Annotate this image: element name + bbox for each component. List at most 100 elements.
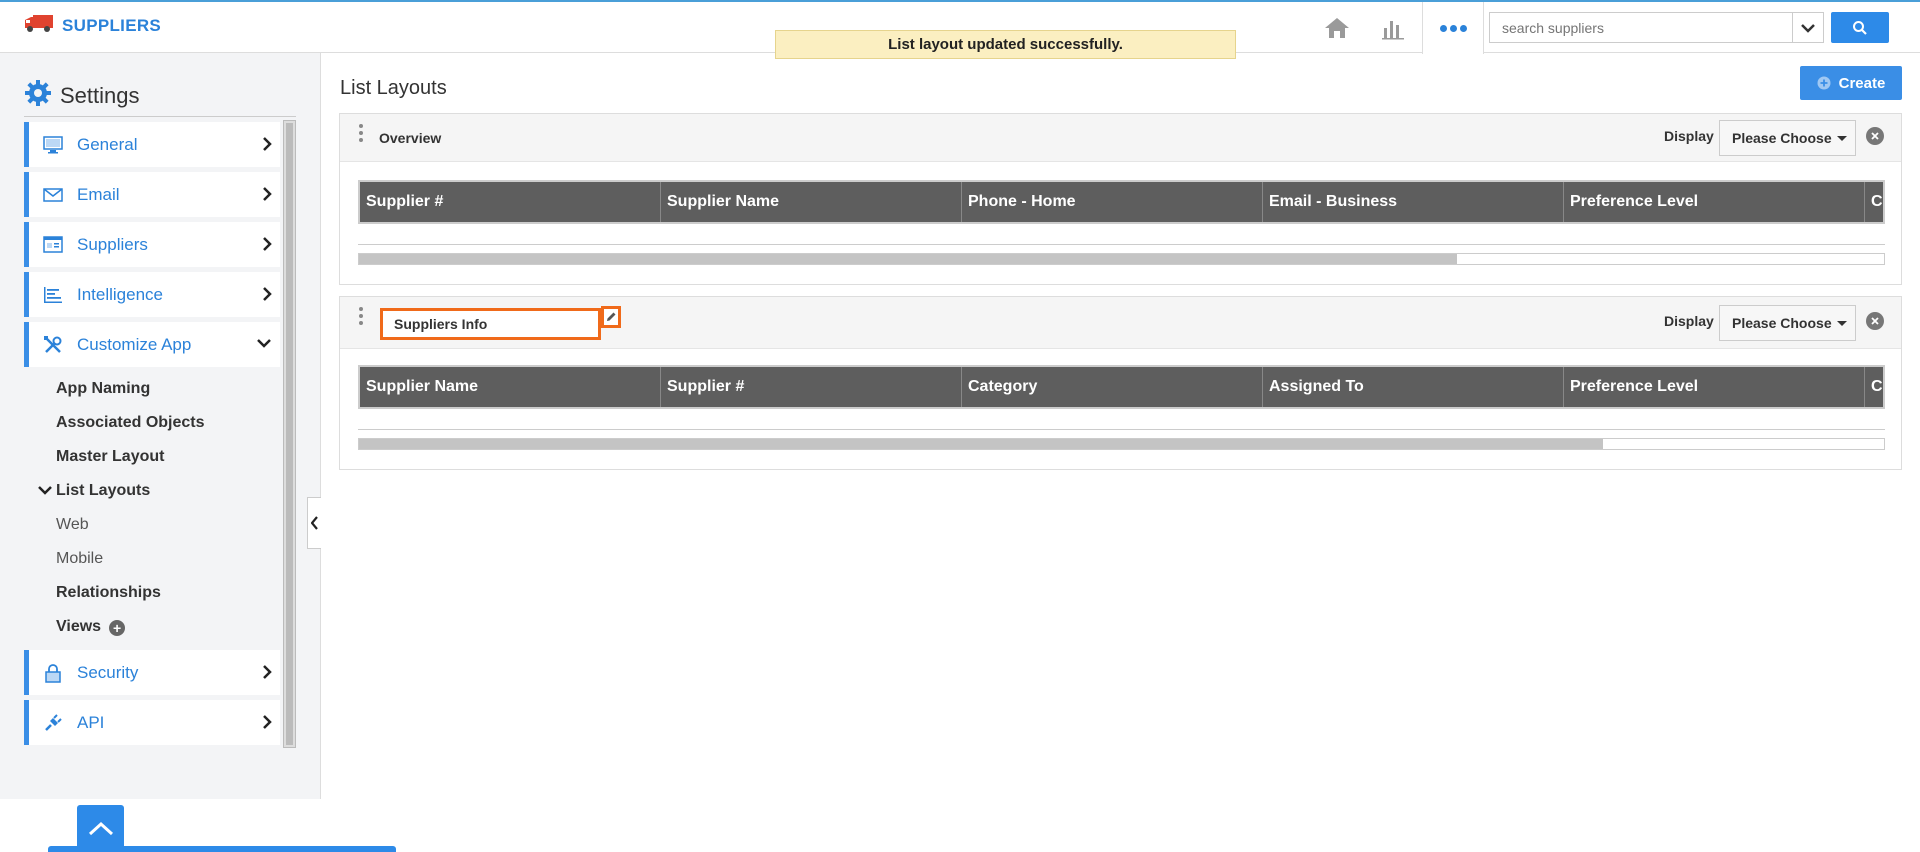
settings-menu: General Email Suppliers Intelligence Cus… bbox=[24, 122, 280, 750]
sidebar-item-label: Email bbox=[77, 184, 120, 204]
settings-header: Settings bbox=[24, 79, 140, 112]
layout-columns-table: Supplier Name Supplier # Category Assign… bbox=[358, 365, 1885, 409]
sidebar-item-suppliers[interactable]: Suppliers bbox=[24, 222, 280, 267]
column-header[interactable]: Preference Level bbox=[1564, 182, 1865, 222]
sidebar-subitem-web[interactable]: Web bbox=[56, 508, 280, 542]
sidebar-item-email[interactable]: Email bbox=[24, 172, 280, 217]
layout-name-input[interactable] bbox=[380, 308, 601, 340]
display-select-value: Please Choose bbox=[1732, 315, 1832, 331]
lock-icon bbox=[43, 663, 63, 683]
tools-icon bbox=[43, 335, 63, 355]
main-content: List Layouts Create Overview Display Ple… bbox=[322, 53, 1920, 799]
bar-chart-icon[interactable] bbox=[1375, 12, 1411, 44]
column-header[interactable]: Supplier Name bbox=[360, 367, 661, 407]
scroll-to-top-button[interactable] bbox=[77, 805, 124, 852]
layout-card-header: Display Please Choose bbox=[340, 297, 1901, 349]
column-header[interactable]: Supplier # bbox=[360, 182, 661, 222]
column-header-row: Supplier # Supplier Name Phone - Home Em… bbox=[360, 182, 1883, 222]
sidebar-item-label: General bbox=[77, 134, 138, 154]
top-bar: SUPPLIERS List layout updated successful… bbox=[0, 0, 1920, 59]
caret-down-icon bbox=[1837, 321, 1847, 326]
horizontal-scrollbar[interactable] bbox=[358, 253, 1885, 265]
gear-icon bbox=[24, 79, 52, 112]
layout-card-header: Overview Display Please Choose bbox=[340, 114, 1901, 162]
sidebar-item-label: Customize App bbox=[77, 334, 192, 354]
remove-layout-icon[interactable] bbox=[1866, 127, 1884, 145]
remove-layout-icon[interactable] bbox=[1866, 312, 1884, 330]
display-label: Display bbox=[1664, 128, 1714, 144]
plus-circle-icon bbox=[1817, 76, 1831, 90]
chevron-right-icon bbox=[262, 664, 272, 685]
sidebar-collapse-button[interactable] bbox=[307, 497, 321, 549]
column-header[interactable]: C bbox=[1865, 182, 1883, 222]
sidebar-subitem-mobile[interactable]: Mobile bbox=[56, 542, 280, 576]
layout-name[interactable]: Overview bbox=[379, 130, 441, 146]
column-header[interactable]: Supplier # bbox=[661, 367, 962, 407]
chevron-down-icon bbox=[38, 474, 52, 508]
column-header[interactable]: C bbox=[1865, 367, 1883, 407]
sidebar-subitem-views[interactable]: Views + bbox=[56, 610, 280, 644]
search-button[interactable] bbox=[1831, 12, 1889, 43]
column-header[interactable]: Supplier Name bbox=[661, 182, 962, 222]
sidebar-subitem-app-naming[interactable]: App Naming bbox=[56, 372, 280, 406]
chevron-right-icon bbox=[262, 286, 272, 307]
sidebar-subitem-relationships[interactable]: Relationships bbox=[56, 576, 280, 610]
intelligence-icon bbox=[43, 285, 63, 305]
truck-icon bbox=[24, 12, 54, 39]
divider bbox=[358, 244, 1885, 245]
settings-sidebar: Settings General Email Suppliers Intelli… bbox=[0, 53, 396, 852]
sidebar-item-customize-app[interactable]: Customize App bbox=[24, 322, 280, 367]
display-select[interactable]: Please Choose bbox=[1719, 305, 1856, 341]
create-button[interactable]: Create bbox=[1800, 66, 1902, 100]
layout-card-overview: Overview Display Please Choose Supplier … bbox=[339, 113, 1902, 285]
column-header[interactable]: Category bbox=[962, 367, 1263, 407]
column-header[interactable]: Email - Business bbox=[1263, 182, 1564, 222]
caret-down-icon bbox=[1837, 136, 1847, 141]
sidebar-subitem-master-layout[interactable]: Master Layout bbox=[56, 440, 280, 474]
sidebar-subitem-list-layouts[interactable]: List Layouts bbox=[38, 474, 280, 508]
drag-handle-icon[interactable] bbox=[359, 124, 363, 142]
home-icon[interactable] bbox=[1319, 12, 1355, 44]
search-dropdown-button[interactable] bbox=[1792, 12, 1824, 43]
edit-icon[interactable] bbox=[601, 306, 621, 328]
chevron-left-icon bbox=[310, 516, 318, 530]
app-brand[interactable]: SUPPLIERS bbox=[24, 12, 161, 39]
sidebar-item-general[interactable]: General bbox=[24, 122, 280, 167]
monitor-icon bbox=[43, 135, 63, 155]
sidebar-item-api[interactable]: API bbox=[24, 700, 280, 745]
page-title: List Layouts bbox=[340, 77, 447, 99]
settings-title: Settings bbox=[60, 82, 140, 108]
envelope-icon bbox=[43, 185, 63, 205]
horizontal-scrollbar[interactable] bbox=[358, 438, 1885, 450]
column-header[interactable]: Assigned To bbox=[1263, 367, 1564, 407]
chevron-right-icon bbox=[262, 236, 272, 257]
add-view-icon[interactable]: + bbox=[109, 620, 126, 636]
scrollbar-thumb[interactable] bbox=[359, 254, 1457, 264]
search-input[interactable] bbox=[1490, 13, 1792, 42]
sidebar-item-label: Intelligence bbox=[77, 284, 164, 304]
scrollbar-thumb[interactable] bbox=[286, 123, 293, 745]
sidebar-item-label: API bbox=[77, 712, 105, 732]
sidebar-item-intelligence[interactable]: Intelligence bbox=[24, 272, 280, 317]
layout-columns-table: Supplier # Supplier Name Phone - Home Em… bbox=[358, 180, 1885, 224]
search-icon bbox=[1853, 20, 1867, 35]
search-field[interactable] bbox=[1489, 12, 1793, 43]
chevron-down-icon bbox=[256, 336, 272, 354]
sidebar-subitem-label: Views bbox=[56, 618, 102, 635]
column-header[interactable]: Preference Level bbox=[1564, 367, 1865, 407]
sidebar-item-label: Suppliers bbox=[77, 234, 148, 254]
display-select-value: Please Choose bbox=[1732, 130, 1832, 146]
bottom-bar bbox=[48, 846, 396, 852]
create-button-label: Create bbox=[1838, 74, 1886, 92]
sidebar-item-security[interactable]: Security bbox=[24, 650, 280, 695]
column-header[interactable]: Phone - Home bbox=[962, 182, 1263, 222]
sidebar-subitem-associated-objects[interactable]: Associated Objects bbox=[56, 406, 280, 440]
scrollbar-thumb[interactable] bbox=[359, 439, 1604, 449]
plug-icon bbox=[43, 713, 63, 733]
more-dots-icon[interactable] bbox=[1422, 2, 1484, 54]
sidebar-scrollbar[interactable] bbox=[283, 120, 296, 748]
suppliers-icon bbox=[43, 235, 63, 255]
drag-handle-icon[interactable] bbox=[359, 307, 363, 325]
display-select[interactable]: Please Choose bbox=[1719, 120, 1856, 156]
layout-card-suppliers-info: Display Please Choose Supplier Name Supp… bbox=[339, 296, 1902, 470]
